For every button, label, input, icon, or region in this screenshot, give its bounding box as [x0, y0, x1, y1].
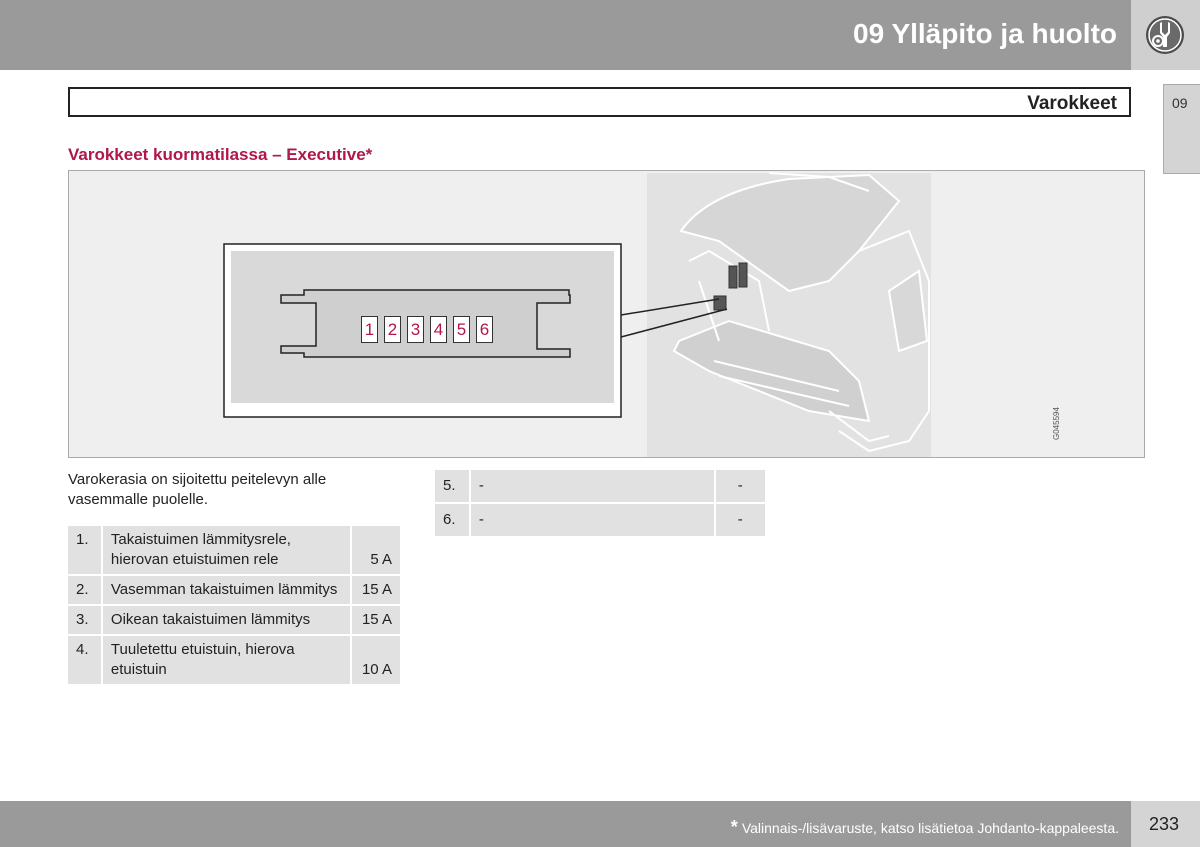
- fuse-description: Oikean takaistuimen lämmitys: [102, 606, 351, 634]
- fuse-table-left: 1. Takaistuimen lämmitysrele, hierovan e…: [66, 524, 402, 686]
- fuse-number: 3: [407, 316, 424, 343]
- chapter-title: 09 Ylläpito ja huolto: [853, 18, 1117, 49]
- footnote-star: *: [730, 817, 738, 837]
- fuse-num: 1.: [68, 526, 101, 574]
- fuse-num: 6.: [435, 504, 469, 536]
- subheading: Varokkeet kuormatilassa – Executive*: [68, 145, 373, 164]
- chapter-tab: 09: [1163, 84, 1200, 174]
- fuse-number: 5: [453, 316, 470, 343]
- fuse-table-right: 5. - - 6. - -: [433, 468, 767, 538]
- fuse-amperage: -: [715, 470, 765, 502]
- fuse-num: 4.: [68, 636, 101, 684]
- fuse-num: 2.: [68, 576, 101, 604]
- table-row: 3. Oikean takaistuimen lämmitys 15 A: [68, 606, 400, 634]
- fuse-num: 5.: [435, 470, 469, 502]
- table-row: 5. - -: [435, 470, 765, 502]
- fuse-number: 4: [430, 316, 447, 343]
- chapter-icon-box: [1131, 0, 1200, 70]
- table-row: 6. - -: [435, 504, 765, 536]
- fuse-box-figure: 1 2 3 4 5 6: [68, 170, 1145, 458]
- footer-note: * Valinnais-/lisävaruste, katso lisätieto…: [731, 817, 1119, 838]
- fuse-number: 1: [361, 316, 378, 343]
- fuse-amperage: 10 A: [352, 636, 400, 684]
- fuse-amperage: -: [715, 504, 765, 536]
- fuse-description: Takaistuimen lämmitysrele, hierovan etui…: [102, 526, 351, 574]
- section-title-box: Varokkeet: [68, 87, 1131, 117]
- footer-bar: * Valinnais-/lisävaruste, katso lisätieto…: [0, 801, 1131, 847]
- fuse-number: 6: [476, 316, 493, 343]
- fuse-description: -: [470, 504, 714, 536]
- fuse-description: Tuuletettu etuistuin, hierova etuistuin: [102, 636, 351, 684]
- table-row: 4. Tuuletettu etuistuin, hierova etuistu…: [68, 636, 400, 684]
- chapter-tab-label: 09: [1172, 95, 1188, 111]
- fuse-number: 2: [384, 316, 401, 343]
- figure-code: G045594: [1052, 407, 1061, 440]
- intro-text: Varokerasia on sijoitettu peitelevyn all…: [68, 471, 327, 508]
- table-row: 2. Vasemman takaistuimen lämmitys 15 A: [68, 576, 400, 604]
- fuse-amperage: 15 A: [352, 606, 400, 634]
- fuse-description: -: [470, 470, 714, 502]
- footnote-text: Valinnais-/lisävaruste, katso lisätietoa…: [741, 820, 1119, 836]
- section-title: Varokkeet: [1027, 93, 1117, 114]
- fuse-numbers: 1 2 3 4 5 6: [361, 316, 496, 344]
- page-number-box: 233: [1131, 801, 1200, 847]
- header-bar: 09 Ylläpito ja huolto: [0, 0, 1131, 70]
- wrench-gear-icon: [1146, 16, 1184, 54]
- fuse-num: 3.: [68, 606, 101, 634]
- fuse-amperage: 15 A: [352, 576, 400, 604]
- table-row: 1. Takaistuimen lämmitysrele, hierovan e…: [68, 526, 400, 574]
- fuse-amperage: 5 A: [352, 526, 400, 574]
- page-number: 233: [1149, 814, 1180, 834]
- fuse-description: Vasemman takaistuimen lämmitys: [102, 576, 351, 604]
